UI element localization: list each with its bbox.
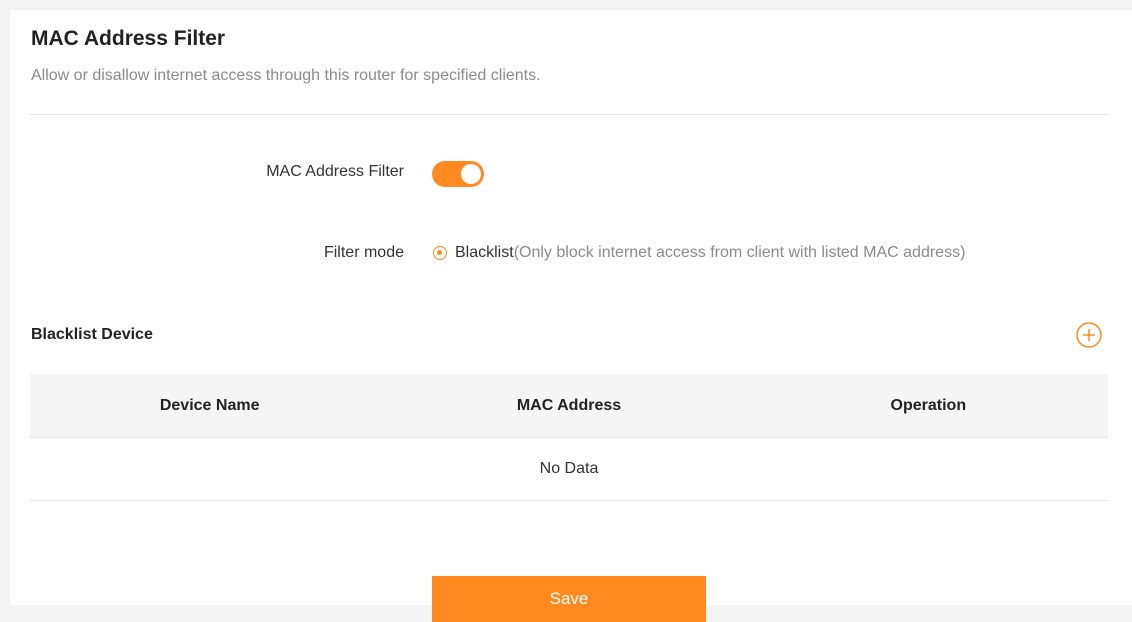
radio-selected-icon[interactable]: [433, 246, 447, 260]
filter-mode-label: Filter mode: [323, 244, 404, 261]
page-description: Allow or disallow internet access throug…: [31, 67, 541, 84]
blacklist-option-hint: (Only block internet access from client …: [513, 244, 966, 261]
empty-state-text: No Data: [539, 460, 599, 477]
blacklist-device-title: Blacklist Device: [31, 326, 153, 343]
blacklist-option-label: Blacklist: [455, 244, 514, 261]
save-button[interactable]: Save: [432, 576, 706, 622]
blacklist-radio-option[interactable]: Blacklist (Only block internet access fr…: [433, 244, 965, 262]
table-empty-row: No Data: [30, 438, 1108, 501]
mac-filter-panel: MAC Address Filter Allow or disallow int…: [10, 10, 1132, 622]
column-header-operation: Operation: [890, 396, 967, 414]
column-header-device-name: Device Name: [159, 396, 260, 414]
page-title: MAC Address Filter: [31, 27, 226, 50]
mac-filter-label: MAC Address Filter: [266, 163, 404, 180]
column-header-mac-address: MAC Address: [516, 396, 622, 414]
blacklist-device-table: Device Name MAC Address Operation No Dat…: [30, 374, 1108, 501]
mac-filter-toggle[interactable]: [432, 161, 484, 187]
header-divider: [30, 114, 1108, 115]
plus-circle-icon: [1076, 322, 1102, 348]
toggle-knob: [461, 164, 481, 184]
add-device-button[interactable]: [1075, 321, 1103, 349]
table-header: Device Name MAC Address Operation: [30, 374, 1108, 438]
